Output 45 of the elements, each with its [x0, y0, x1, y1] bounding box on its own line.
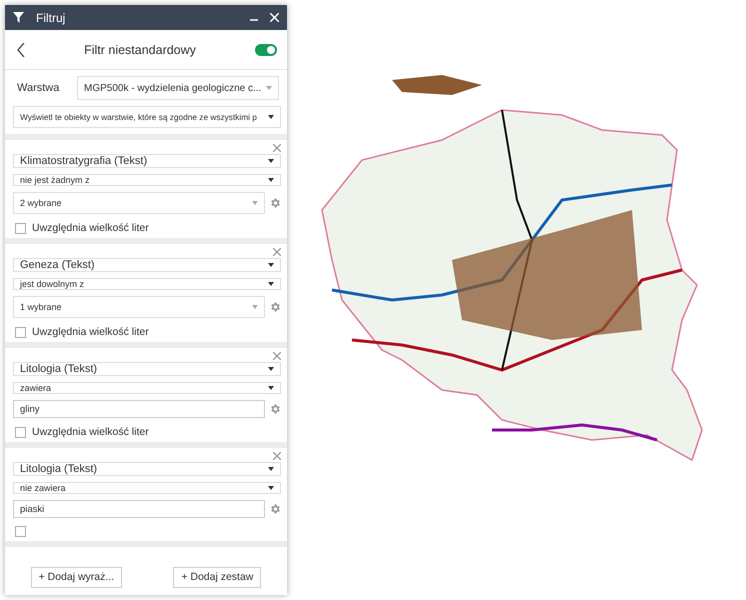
checkbox-label: Uwzględnia wielkość liter	[32, 326, 149, 338]
caret-icon	[252, 201, 258, 205]
field-dropdown[interactable]: Klimatostratygrafia (Tekst)	[13, 154, 281, 168]
settings-icon[interactable]	[269, 197, 281, 209]
layer-label: Warstwa	[17, 82, 60, 94]
value-input[interactable]: gliny	[13, 400, 265, 418]
caret-icon	[268, 486, 274, 490]
caret-icon	[268, 282, 274, 286]
caret-icon	[268, 467, 274, 471]
field-dropdown[interactable]: Geneza (Tekst)	[13, 258, 281, 272]
settings-icon[interactable]	[269, 503, 281, 515]
settings-icon[interactable]	[269, 403, 281, 415]
add-button[interactable]: + Dodaj wyraż...	[30, 566, 122, 588]
filter-icon	[13, 12, 24, 23]
settings-icon[interactable]	[269, 301, 281, 313]
operator-dropdown[interactable]: jest dowolnym z	[13, 278, 281, 290]
checkbox-label: Uwzględnia wielkość liter	[32, 222, 149, 234]
value-dropdown[interactable]: 2 wybrane	[13, 192, 265, 214]
checkbox[interactable]	[15, 426, 26, 438]
value-input[interactable]: piaski	[13, 500, 265, 518]
checkbox[interactable]	[15, 222, 26, 234]
field-dropdown[interactable]: Litologia (Tekst)	[13, 462, 281, 476]
caret-icon	[268, 178, 274, 182]
window-title: Filtruj	[36, 10, 66, 24]
toggle-switch[interactable]	[255, 44, 277, 56]
operator-dropdown[interactable]: nie jest żadnym z	[13, 174, 281, 186]
match-mode-dropdown[interactable]: Wyświetl te obiekty w warstwie, które są zgodne ze wszystkimi p	[13, 106, 281, 128]
caret-icon	[268, 386, 274, 390]
checkbox-label: Uwzględnia wielkość liter	[32, 426, 149, 438]
caret-icon	[252, 305, 258, 309]
value-dropdown[interactable]: 1 wybrane	[13, 296, 265, 318]
checkbox[interactable]	[15, 326, 26, 338]
caret-icon	[268, 159, 274, 163]
caret-icon	[268, 115, 274, 119]
back-icon[interactable]	[17, 42, 25, 56]
caret-icon	[268, 263, 274, 267]
caret-icon	[268, 367, 274, 371]
operator-dropdown[interactable]: nie zawiera	[13, 482, 281, 494]
layer-dropdown[interactable]: MGP500k - wydzielenia geologiczne c...	[77, 76, 279, 100]
field-dropdown[interactable]: Litologia (Tekst)	[13, 362, 281, 376]
panel-title: Filtr niestandardowy	[83, 42, 197, 56]
checkbox[interactable]	[15, 526, 26, 537]
add-button[interactable]: + Dodaj zestaw	[173, 566, 262, 588]
caret-icon	[266, 86, 272, 90]
operator-dropdown[interactable]: zawiera	[13, 382, 281, 394]
